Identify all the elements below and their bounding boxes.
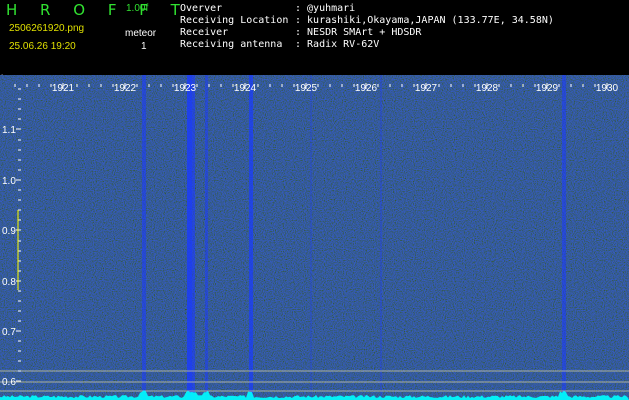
meteor-count-label: meteor: [125, 28, 157, 39]
noise-field: [0, 75, 629, 400]
antenna-label: Receiving antenna: [180, 39, 283, 50]
location-label: Receiving Location: [180, 15, 289, 26]
time-tick-label: 1928: [476, 83, 499, 94]
observer-label: Overver: [180, 3, 223, 14]
time-tick-label: 1927: [415, 83, 438, 94]
time-tick-label: 1923: [174, 83, 197, 94]
signal-streak: [380, 75, 382, 400]
freq-tick-label: 0.9: [2, 226, 16, 237]
receiver-value: : NESDR SMArt + HDSDR: [295, 27, 422, 38]
capture-datetime: 25.06.26 19:20: [9, 41, 76, 52]
freq-tick-label: 1.1: [2, 125, 16, 136]
time-tick-label: 1922: [114, 83, 137, 94]
signal-streak: [142, 75, 146, 400]
freq-tick-label: 0.6: [2, 377, 16, 388]
signal-streak: [562, 75, 566, 400]
time-tick-label: 1929: [536, 83, 559, 94]
meteor-count-value: 1: [141, 41, 147, 52]
time-tick-label: 1930: [596, 83, 619, 94]
freq-tick-label: 0.7: [2, 327, 16, 338]
time-tick-label: 1925: [295, 83, 318, 94]
spectrogram: 1921 1922 1923 1924 1925 1926 1927 1928 1929 1930…: [0, 75, 629, 400]
time-tick-label: 1924: [234, 83, 257, 94]
location-value: : kurashiki,Okayama,JAPAN (133.77E, 34.5…: [295, 15, 554, 26]
time-tick-label: 1921: [52, 83, 75, 94]
signal-streak: [192, 75, 195, 400]
freq-tick-label: 0.8: [2, 277, 16, 288]
signal-streak: [187, 75, 192, 400]
app-version: 1.00f: [126, 3, 149, 14]
signal-streak: [205, 75, 208, 400]
file-name: 2506261920.png: [9, 23, 85, 34]
hroffft-window: { "app": { "name": "H R O F F T", "versi…: [0, 0, 629, 400]
time-tick-label: 1926: [355, 83, 378, 94]
signal-streak: [310, 75, 312, 400]
app-title: H R O F F T: [6, 1, 189, 19]
observer-value: : @yuhmari: [295, 3, 356, 14]
signal-streak: [249, 75, 253, 400]
antenna-value: : Radix RV-62V: [295, 39, 380, 50]
receiver-label: Receiver: [180, 27, 229, 38]
freq-tick-label: 1.0: [2, 176, 16, 187]
